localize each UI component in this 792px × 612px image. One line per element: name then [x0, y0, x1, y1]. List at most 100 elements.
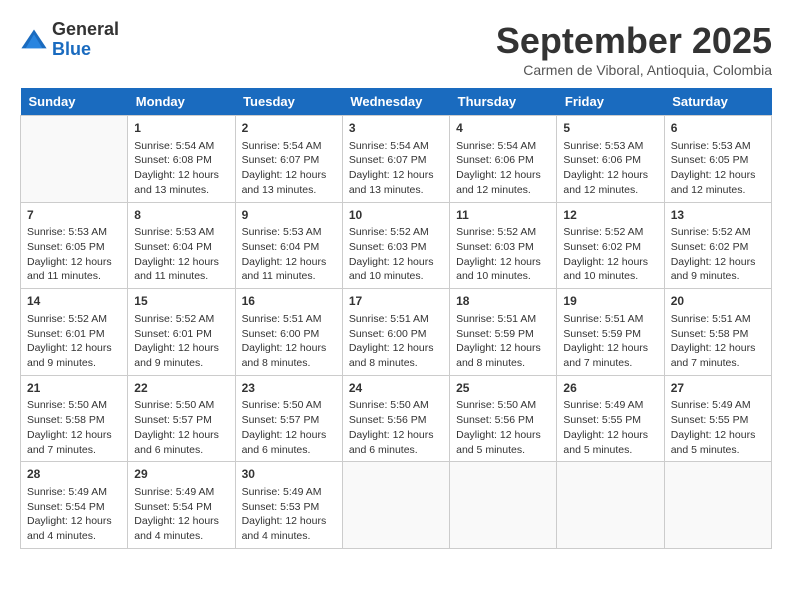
day-info-line: and 8 minutes.	[456, 356, 550, 371]
day-info-line: Sunset: 6:00 PM	[242, 327, 336, 342]
day-info-line: and 9 minutes.	[134, 356, 228, 371]
calendar-cell: 2Sunrise: 5:54 AMSunset: 6:07 PMDaylight…	[235, 116, 342, 203]
day-info-line: Daylight: 12 hours	[671, 428, 765, 443]
day-info-line: and 4 minutes.	[242, 529, 336, 544]
day-number: 27	[671, 380, 765, 397]
calendar-cell: 24Sunrise: 5:50 AMSunset: 5:56 PMDayligh…	[342, 375, 449, 462]
day-info-line: Sunrise: 5:53 AM	[671, 139, 765, 154]
day-info-line: Sunset: 6:00 PM	[349, 327, 443, 342]
day-info-line: and 11 minutes.	[134, 269, 228, 284]
day-info-line: Sunrise: 5:51 AM	[563, 312, 657, 327]
day-info-line: and 12 minutes.	[456, 183, 550, 198]
day-info-line: Sunrise: 5:51 AM	[456, 312, 550, 327]
day-number: 11	[456, 207, 550, 224]
day-info-line: and 7 minutes.	[671, 356, 765, 371]
day-info-line: Sunrise: 5:53 AM	[563, 139, 657, 154]
day-info-line: and 11 minutes.	[242, 269, 336, 284]
day-info-line: Sunset: 5:55 PM	[563, 413, 657, 428]
day-info-line: and 4 minutes.	[27, 529, 121, 544]
day-info-line: Sunset: 6:05 PM	[27, 240, 121, 255]
day-info-line: and 4 minutes.	[134, 529, 228, 544]
day-info-line: Daylight: 12 hours	[134, 428, 228, 443]
calendar-header-friday: Friday	[557, 88, 664, 116]
day-number: 17	[349, 293, 443, 310]
day-info-line: Daylight: 12 hours	[456, 255, 550, 270]
day-info-line: Daylight: 12 hours	[134, 168, 228, 183]
day-info-line: Daylight: 12 hours	[134, 255, 228, 270]
day-number: 4	[456, 120, 550, 137]
day-info-line: Sunset: 6:04 PM	[242, 240, 336, 255]
day-number: 21	[27, 380, 121, 397]
day-number: 5	[563, 120, 657, 137]
day-info-line: Daylight: 12 hours	[27, 428, 121, 443]
calendar-cell: 10Sunrise: 5:52 AMSunset: 6:03 PMDayligh…	[342, 202, 449, 289]
day-number: 23	[242, 380, 336, 397]
calendar-header-monday: Monday	[128, 88, 235, 116]
calendar-header-sunday: Sunday	[21, 88, 128, 116]
day-info-line: and 7 minutes.	[27, 443, 121, 458]
day-info-line: Daylight: 12 hours	[563, 341, 657, 356]
day-info-line: Daylight: 12 hours	[563, 168, 657, 183]
calendar-cell	[342, 462, 449, 549]
day-info-line: Sunset: 6:03 PM	[349, 240, 443, 255]
day-info-line: Sunset: 5:58 PM	[27, 413, 121, 428]
day-info-line: and 8 minutes.	[242, 356, 336, 371]
calendar-cell	[21, 116, 128, 203]
day-info-line: Sunrise: 5:49 AM	[671, 398, 765, 413]
calendar-week-row: 14Sunrise: 5:52 AMSunset: 6:01 PMDayligh…	[21, 289, 772, 376]
day-info-line: and 8 minutes.	[349, 356, 443, 371]
day-info-line: Sunset: 5:55 PM	[671, 413, 765, 428]
calendar-cell: 13Sunrise: 5:52 AMSunset: 6:02 PMDayligh…	[664, 202, 771, 289]
day-number: 7	[27, 207, 121, 224]
calendar-cell: 3Sunrise: 5:54 AMSunset: 6:07 PMDaylight…	[342, 116, 449, 203]
day-number: 8	[134, 207, 228, 224]
day-number: 2	[242, 120, 336, 137]
day-info-line: Sunrise: 5:49 AM	[242, 485, 336, 500]
calendar-header-saturday: Saturday	[664, 88, 771, 116]
logo-icon	[20, 26, 48, 54]
day-info-line: Daylight: 12 hours	[456, 168, 550, 183]
calendar-cell: 14Sunrise: 5:52 AMSunset: 6:01 PMDayligh…	[21, 289, 128, 376]
day-info-line: Sunset: 5:54 PM	[27, 500, 121, 515]
day-info-line: and 6 minutes.	[349, 443, 443, 458]
day-number: 9	[242, 207, 336, 224]
day-info-line: Daylight: 12 hours	[563, 428, 657, 443]
calendar-cell: 22Sunrise: 5:50 AMSunset: 5:57 PMDayligh…	[128, 375, 235, 462]
calendar-cell: 23Sunrise: 5:50 AMSunset: 5:57 PMDayligh…	[235, 375, 342, 462]
calendar-cell: 12Sunrise: 5:52 AMSunset: 6:02 PMDayligh…	[557, 202, 664, 289]
day-info-line: Sunset: 6:01 PM	[27, 327, 121, 342]
day-info-line: Sunrise: 5:50 AM	[242, 398, 336, 413]
day-info-line: Sunrise: 5:53 AM	[27, 225, 121, 240]
day-number: 16	[242, 293, 336, 310]
location: Carmen de Viboral, Antioquia, Colombia	[496, 62, 772, 78]
month-title: September 2025	[496, 20, 772, 62]
calendar-week-row: 28Sunrise: 5:49 AMSunset: 5:54 PMDayligh…	[21, 462, 772, 549]
day-info-line: and 7 minutes.	[563, 356, 657, 371]
day-info-line: Sunrise: 5:52 AM	[456, 225, 550, 240]
day-info-line: and 9 minutes.	[671, 269, 765, 284]
calendar-cell: 6Sunrise: 5:53 AMSunset: 6:05 PMDaylight…	[664, 116, 771, 203]
day-number: 20	[671, 293, 765, 310]
day-number: 29	[134, 466, 228, 483]
calendar-cell: 8Sunrise: 5:53 AMSunset: 6:04 PMDaylight…	[128, 202, 235, 289]
day-info-line: and 12 minutes.	[563, 183, 657, 198]
day-info-line: Sunset: 5:59 PM	[563, 327, 657, 342]
calendar-cell: 30Sunrise: 5:49 AMSunset: 5:53 PMDayligh…	[235, 462, 342, 549]
calendar-cell: 1Sunrise: 5:54 AMSunset: 6:08 PMDaylight…	[128, 116, 235, 203]
day-info-line: Daylight: 12 hours	[563, 255, 657, 270]
calendar-cell: 15Sunrise: 5:52 AMSunset: 6:01 PMDayligh…	[128, 289, 235, 376]
day-info-line: Sunrise: 5:49 AM	[134, 485, 228, 500]
day-info-line: Daylight: 12 hours	[671, 341, 765, 356]
day-info-line: Sunset: 6:06 PM	[456, 153, 550, 168]
day-info-line: Sunrise: 5:49 AM	[563, 398, 657, 413]
calendar-header-wednesday: Wednesday	[342, 88, 449, 116]
day-number: 14	[27, 293, 121, 310]
day-info-line: Daylight: 12 hours	[671, 168, 765, 183]
calendar-week-row: 1Sunrise: 5:54 AMSunset: 6:08 PMDaylight…	[21, 116, 772, 203]
day-info-line: Sunset: 6:07 PM	[349, 153, 443, 168]
calendar-cell: 7Sunrise: 5:53 AMSunset: 6:05 PMDaylight…	[21, 202, 128, 289]
day-info-line: and 6 minutes.	[242, 443, 336, 458]
day-info-line: Daylight: 12 hours	[242, 255, 336, 270]
calendar-week-row: 7Sunrise: 5:53 AMSunset: 6:05 PM Daylight…	[21, 202, 772, 289]
logo-blue: Blue	[52, 40, 119, 60]
